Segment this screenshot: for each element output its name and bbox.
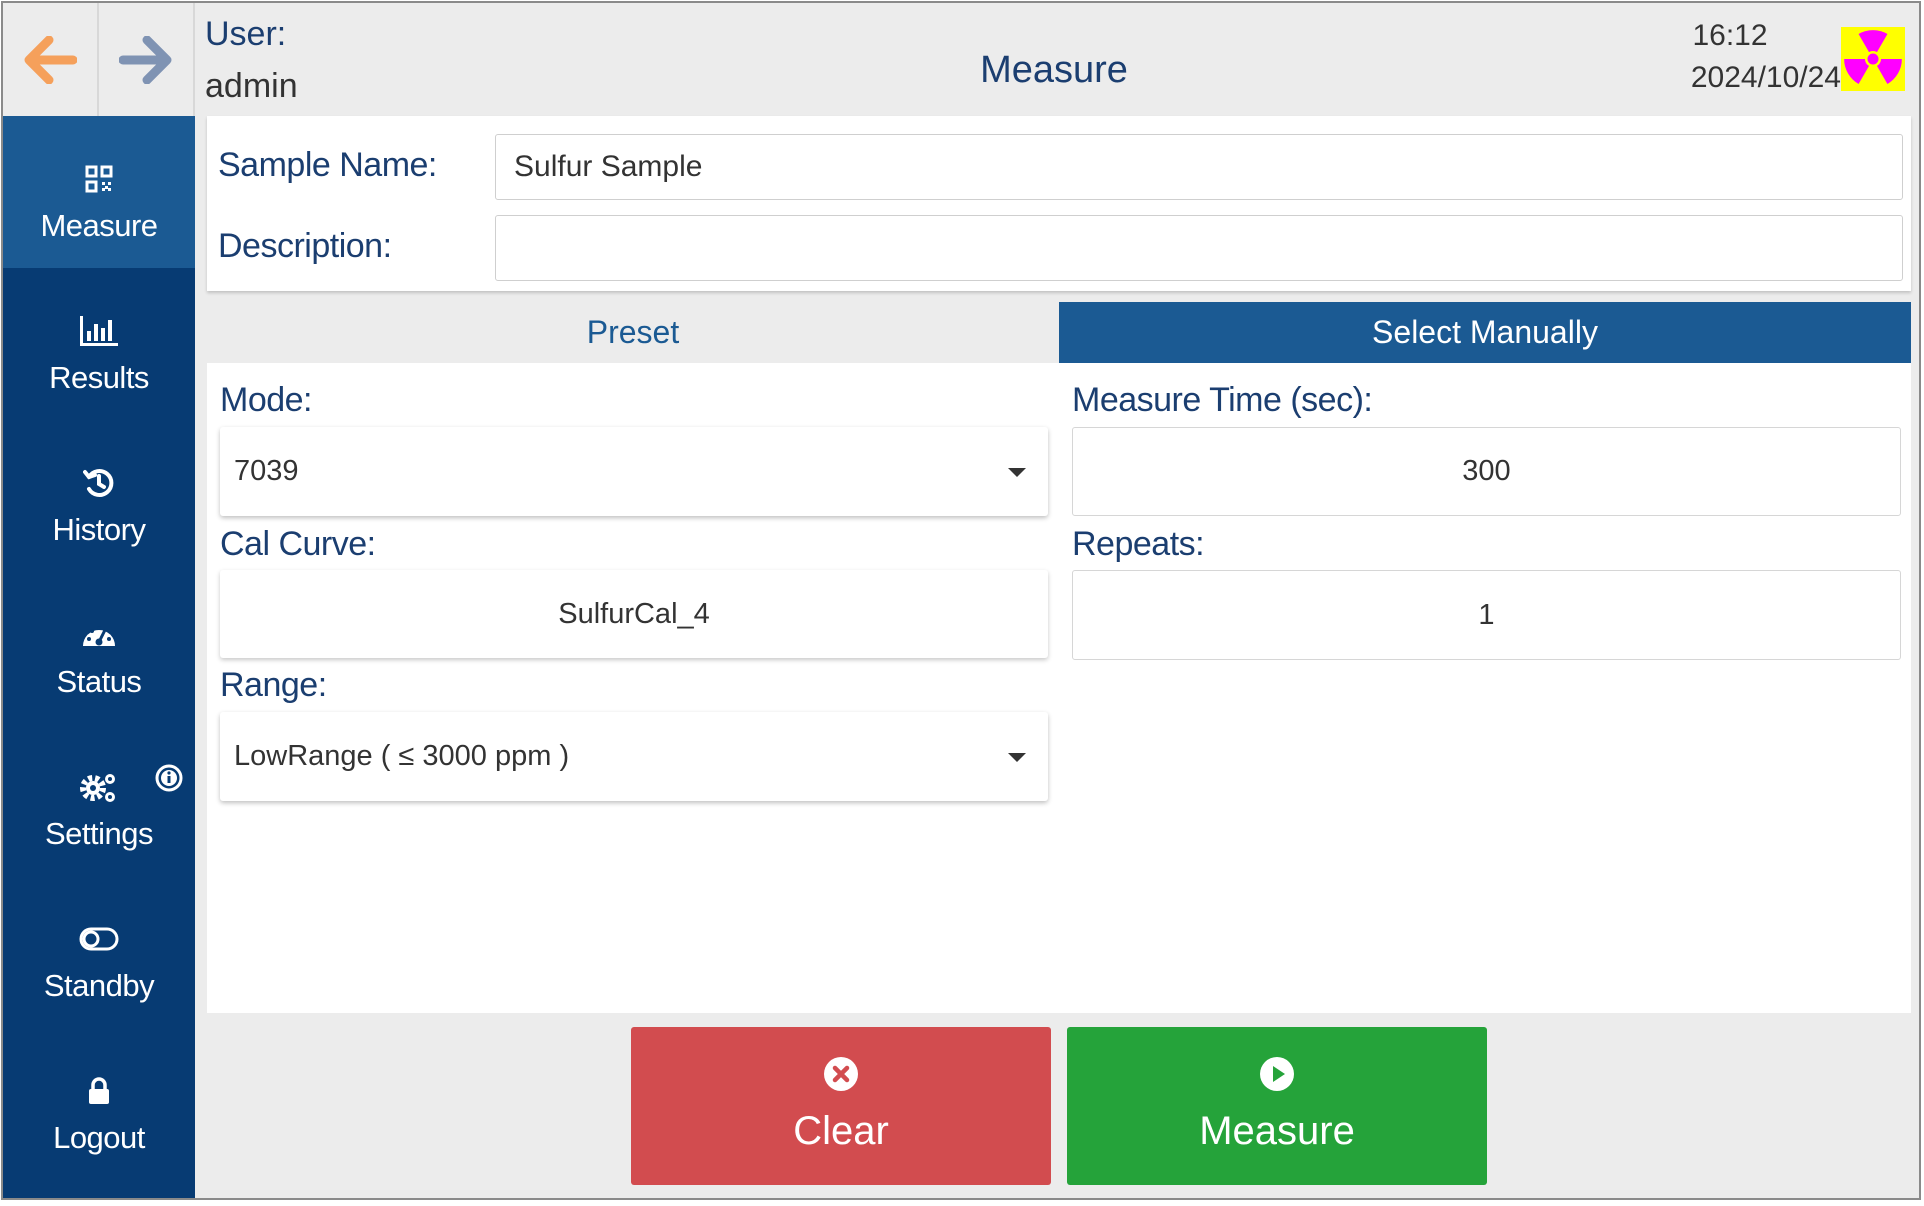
tab-preset[interactable]: Preset	[207, 302, 1059, 363]
back-button[interactable]	[3, 3, 99, 116]
range-select[interactable]: LowRange ( ≤ 3000 ppm )	[220, 712, 1048, 801]
arrow-right-icon	[119, 35, 172, 84]
repeats-label: Repeats:	[1072, 525, 1205, 563]
description-input[interactable]	[495, 215, 1903, 281]
sidebar-item-label: Logout	[53, 1120, 145, 1155]
measurement-params-panel: Mode: 7039 Cal Curve: SulfurCal_4 Range:…	[207, 363, 1911, 1013]
info-badge	[155, 764, 183, 797]
sidebar: Measure Results History Status Settings …	[3, 116, 195, 1198]
sample-name-input[interactable]	[495, 134, 1903, 200]
chevron-down-icon	[1008, 467, 1026, 477]
bar-chart-icon	[80, 316, 118, 346]
cal-curve-label: Cal Curve:	[220, 525, 376, 563]
sidebar-item-results[interactable]: Results	[3, 268, 195, 420]
mode-select[interactable]: 7039	[220, 427, 1048, 516]
history-icon	[83, 469, 114, 497]
play-circle-icon	[1260, 1057, 1294, 1091]
range-label: Range:	[220, 666, 327, 704]
sidebar-item-logout[interactable]: Logout	[3, 1028, 195, 1180]
cal-curve-field[interactable]: SulfurCal_4	[220, 570, 1048, 658]
description-label: Description:	[218, 227, 392, 265]
clock-time: 16:12	[1692, 19, 1768, 52]
header-bar: User: admin Measure 16:12 2024/10/24	[3, 3, 1919, 116]
repeats-input[interactable]: 1	[1072, 570, 1901, 660]
sidebar-item-label: Measure	[40, 208, 158, 243]
sidebar-item-history[interactable]: History	[3, 420, 195, 572]
user-label: User:	[205, 15, 287, 53]
app-window: User: admin Measure 16:12 2024/10/24 Mea…	[1, 1, 1921, 1200]
range-select-value: LowRange ( ≤ 3000 ppm )	[234, 740, 570, 772]
clear-button[interactable]: Clear	[631, 1027, 1051, 1185]
mode-select-value: 7039	[234, 455, 299, 487]
qr-code-icon	[85, 165, 113, 193]
gauge-icon	[83, 626, 115, 646]
tab-select-manually[interactable]: Select Manually	[1059, 302, 1911, 363]
measure-button[interactable]: Measure	[1067, 1027, 1487, 1185]
measure-time-input[interactable]: 300	[1072, 427, 1901, 516]
close-circle-icon	[824, 1057, 858, 1091]
sidebar-item-label: Standby	[43, 968, 155, 1003]
sidebar-item-settings[interactable]: Settings	[3, 724, 195, 876]
forward-button[interactable]	[99, 3, 195, 116]
mode-label: Mode:	[220, 381, 313, 419]
sidebar-item-label: Settings	[44, 816, 154, 851]
radiation-icon	[1844, 30, 1902, 85]
measure-time-value: 300	[1462, 455, 1511, 487]
sidebar-item-label: History	[52, 512, 146, 547]
arrow-left-icon	[24, 35, 77, 84]
gears-icon	[80, 774, 115, 802]
sample-info-panel: Sample Name: Description:	[207, 116, 1911, 291]
toggle-icon	[79, 927, 119, 951]
sidebar-item-measure[interactable]: Measure	[3, 116, 195, 268]
chevron-down-icon	[1008, 752, 1026, 762]
user-name: admin	[205, 67, 298, 105]
measure-time-label: Measure Time (sec):	[1072, 381, 1373, 419]
radiation-status-indicator[interactable]	[1841, 27, 1905, 91]
sidebar-item-status[interactable]: Status	[3, 572, 195, 724]
repeats-value: 1	[1478, 598, 1495, 631]
clear-button-label: Clear	[793, 1109, 889, 1153]
lock-icon	[89, 1077, 109, 1104]
measure-button-label: Measure	[1199, 1109, 1355, 1153]
cal-curve-value: SulfurCal_4	[558, 597, 710, 630]
sidebar-item-label: Results	[49, 360, 149, 395]
info-icon	[155, 764, 183, 792]
clock-date: 2024/10/24	[1690, 61, 1841, 94]
sidebar-item-label: Status	[56, 664, 142, 699]
sidebar-item-standby[interactable]: Standby	[3, 876, 195, 1028]
sample-name-label: Sample Name:	[218, 146, 437, 184]
